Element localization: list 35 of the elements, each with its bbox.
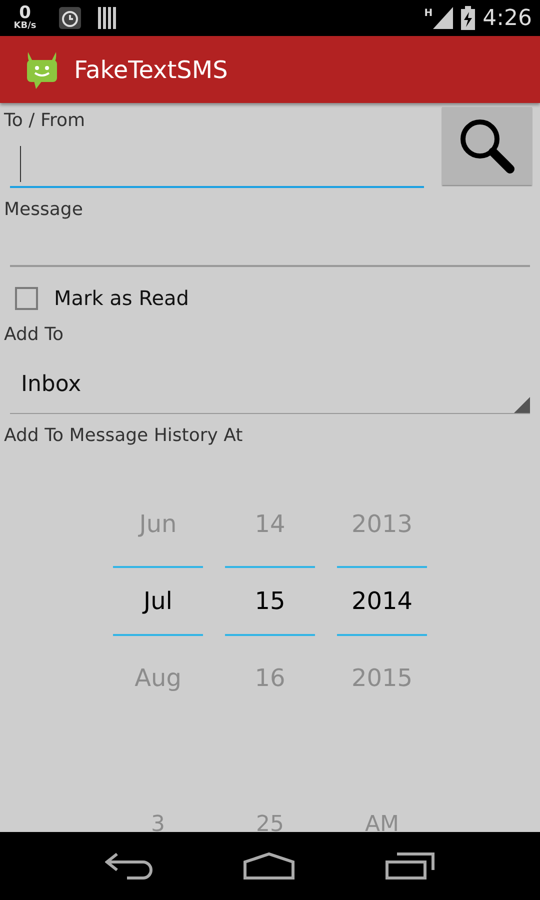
signal-icon	[432, 7, 453, 29]
search-icon	[458, 117, 516, 175]
add-to-dropdown[interactable]: Inbox	[10, 356, 530, 414]
picker-option[interactable]: 2013	[351, 506, 413, 542]
barcode-icon	[98, 7, 116, 29]
field-label: Add To	[4, 324, 64, 345]
app-title: FakeTextSMS	[74, 54, 228, 86]
data-speed-unit: KB/s	[14, 22, 36, 31]
picker-option[interactable]: 2015	[351, 660, 413, 696]
picker-selected-value[interactable]: Jul	[144, 583, 172, 619]
picker-selected-value[interactable]: 15	[254, 583, 286, 619]
battery-icon	[460, 6, 475, 30]
checkbox-label: Mark as Read	[54, 285, 189, 312]
checkbox[interactable]	[15, 286, 38, 310]
field-label: To / From	[4, 110, 86, 131]
picker-option[interactable]: Aug	[134, 660, 182, 696]
picker-selected-value[interactable]: 2014	[351, 583, 413, 619]
picker-option[interactable]: AM	[364, 812, 400, 832]
data-speed: 0	[19, 5, 31, 22]
alarm-clock-icon	[58, 6, 82, 30]
search-button[interactable]	[442, 107, 532, 185]
back-icon[interactable]	[105, 852, 153, 880]
network-type: H	[424, 6, 433, 20]
field-label: Add To Message History At	[4, 425, 243, 446]
home-icon[interactable]	[243, 852, 295, 880]
field-label: Message	[4, 199, 83, 220]
picker-option[interactable]: Jun	[139, 506, 177, 542]
dropdown-corner-icon	[514, 397, 530, 413]
picker-option[interactable]: 25	[256, 812, 284, 832]
picker-option[interactable]: 16	[254, 660, 286, 696]
clock-time: 4:26	[482, 4, 532, 32]
app-logo-icon	[26, 50, 58, 90]
recent-apps-icon[interactable]	[385, 852, 435, 880]
picker-option[interactable]: 3	[151, 812, 165, 832]
picker-option[interactable]: 14	[254, 506, 286, 542]
